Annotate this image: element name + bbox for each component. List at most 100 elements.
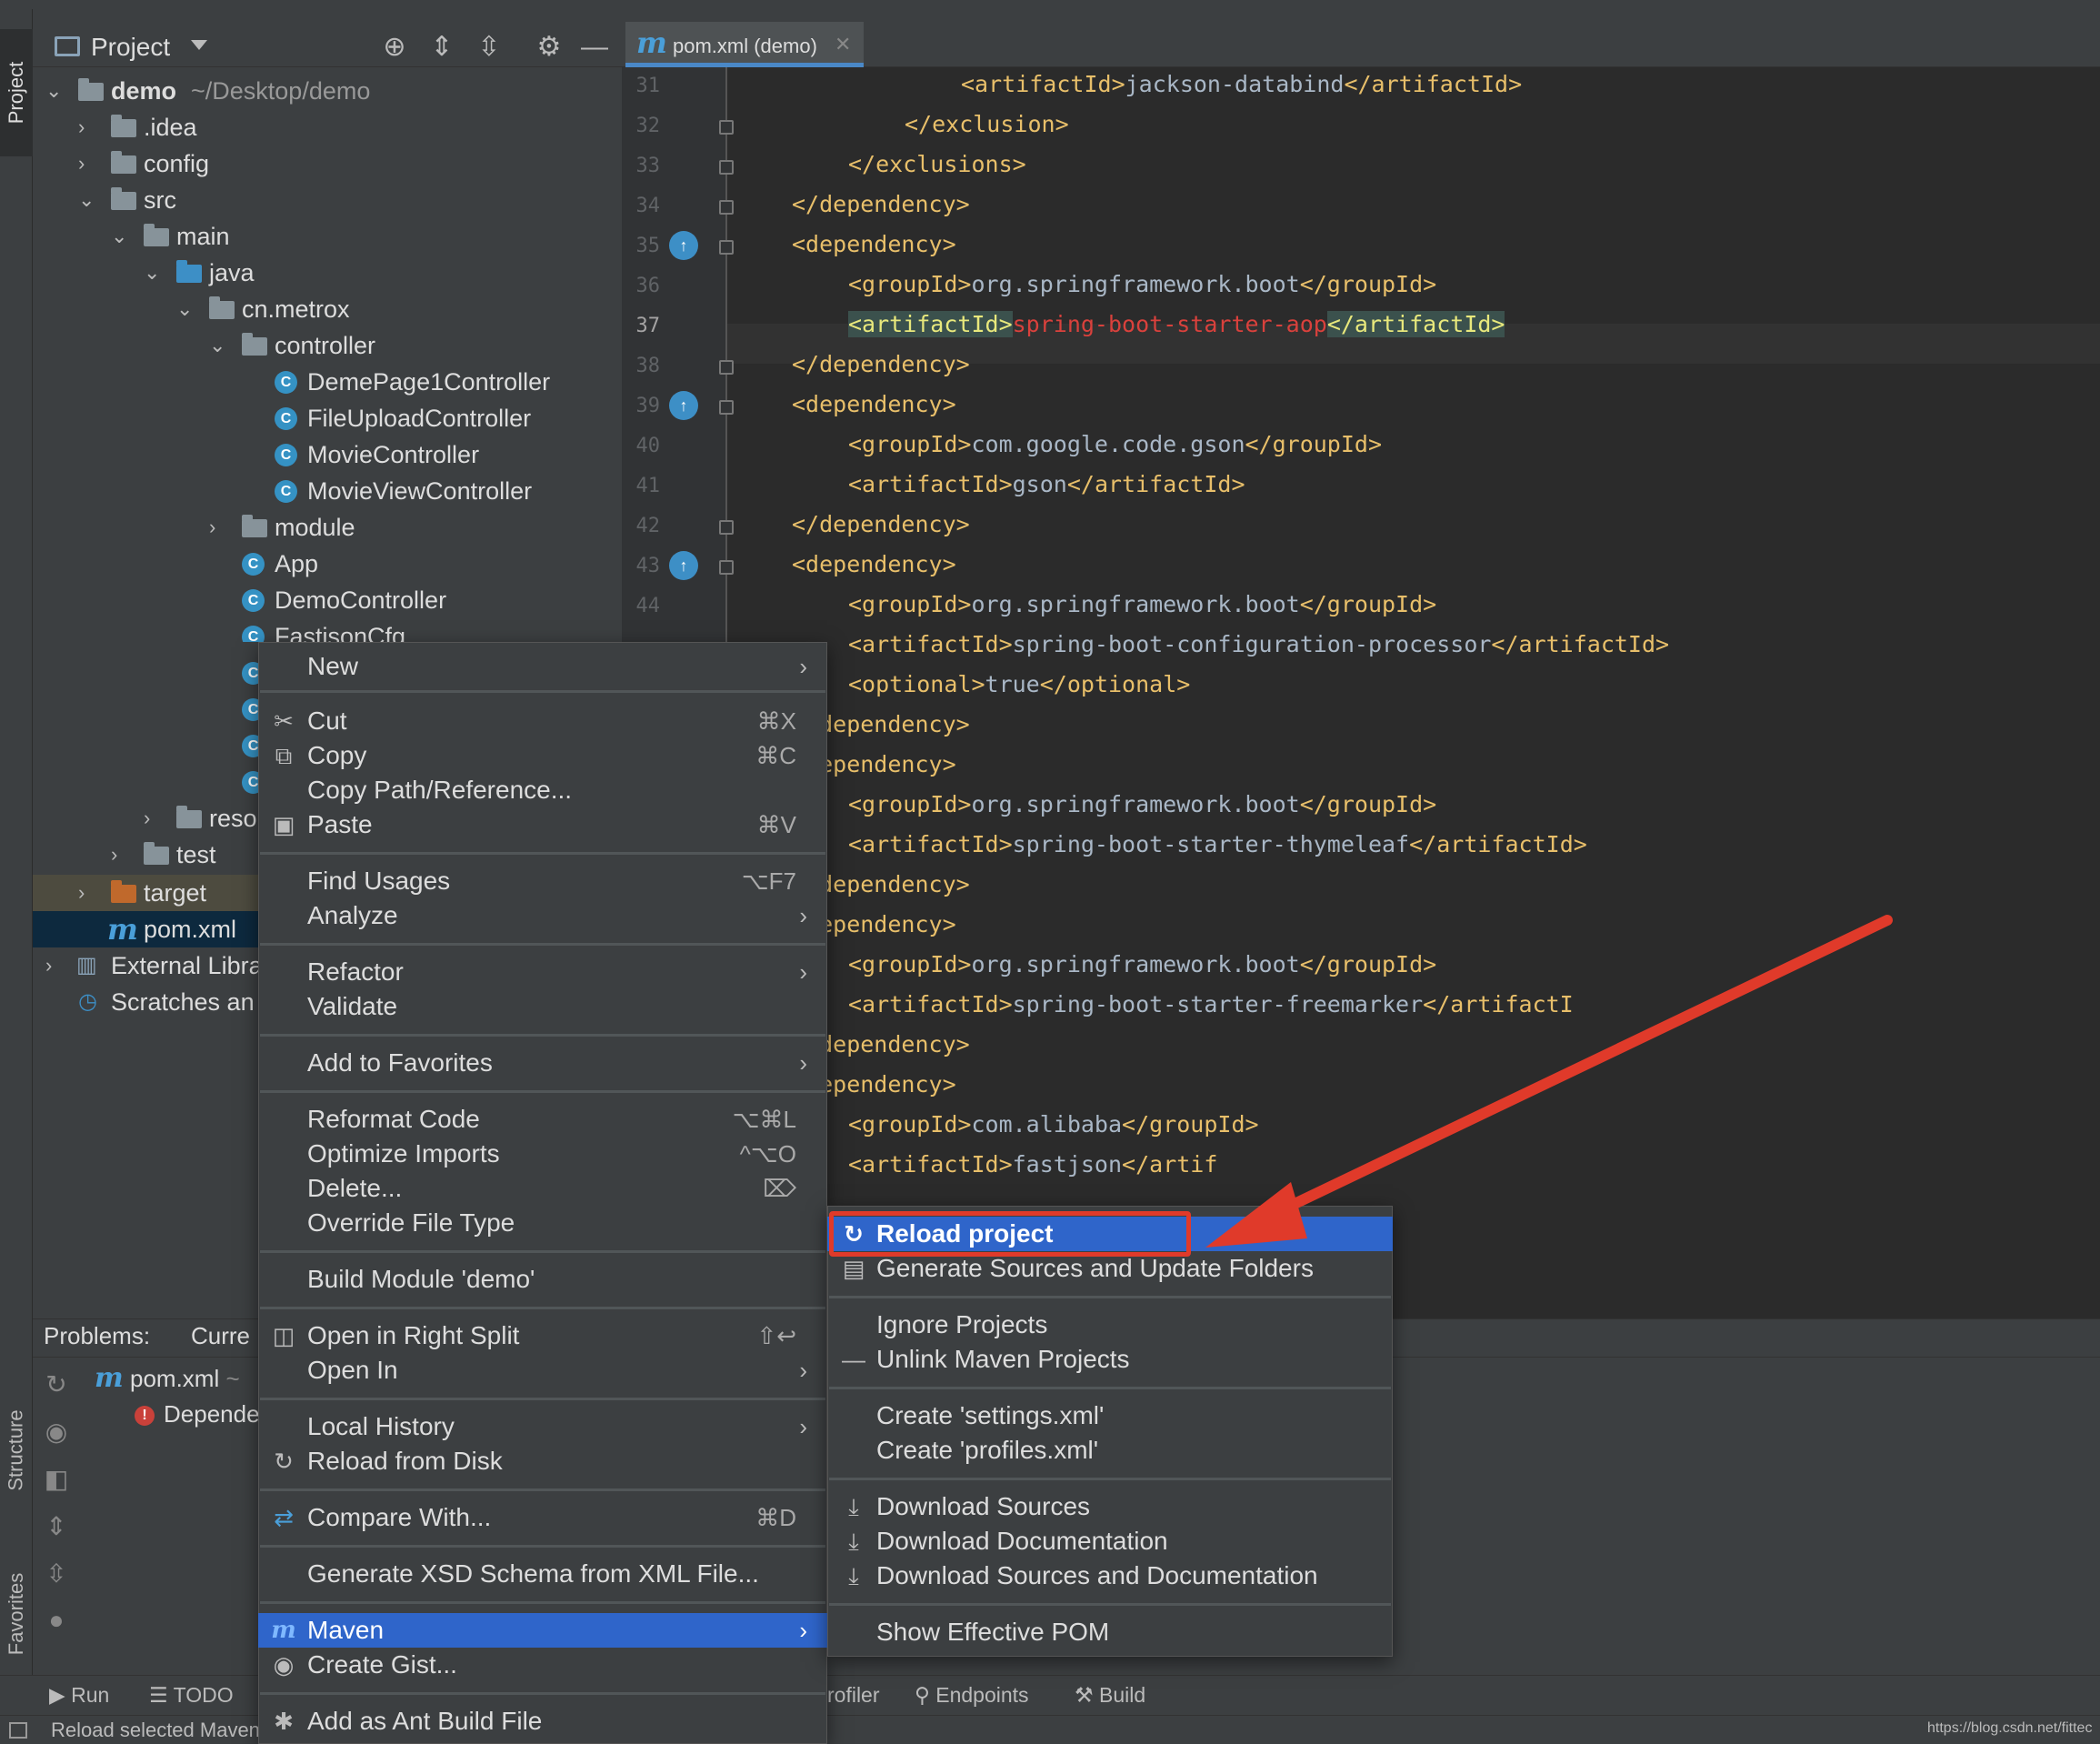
todo-tool-button[interactable]: ☰ TODO <box>149 1679 234 1711</box>
tree-item-class[interactable]: C <box>242 727 265 764</box>
tree-item-class[interactable]: C MovieViewController <box>275 473 602 509</box>
structure-tool-tab[interactable]: Structure <box>0 1373 33 1528</box>
hide-icon[interactable]: — <box>578 31 611 64</box>
tree-item-resources[interactable]: › reso <box>144 800 262 837</box>
collapse-icon[interactable]: ⇳ <box>42 1559 71 1588</box>
context-menu-item[interactable]: Open In › <box>258 1353 827 1388</box>
problem-row[interactable]: Depende <box>164 1400 260 1428</box>
maven-submenu-item[interactable]: Ignore Projects <box>827 1308 1393 1342</box>
chevron-right-icon[interactable]: › <box>111 837 129 873</box>
tree-item-class[interactable]: C <box>242 655 265 691</box>
expand-all-icon[interactable]: ⇕ <box>425 31 458 64</box>
fold-marker-icon[interactable] <box>719 160 734 175</box>
toggle-tool-windows-icon[interactable] <box>9 1722 27 1739</box>
tree-item-class[interactable]: C App <box>242 546 587 582</box>
context-menu-item[interactable]: Optimize Imports ^⌥O <box>258 1137 827 1171</box>
fold-marker-icon[interactable] <box>719 520 734 535</box>
tree-item-idea[interactable]: › .idea <box>78 109 587 145</box>
fold-marker-icon[interactable] <box>719 240 734 255</box>
tree-item-config[interactable]: › config <box>78 145 587 182</box>
problem-file-row[interactable]: m pom.xml ~ <box>95 1362 240 1394</box>
context-menu-item[interactable]: ↻ Reload from Disk <box>258 1444 827 1478</box>
maven-submenu-item[interactable]: ⤓ Download Sources and Documentation <box>827 1559 1393 1593</box>
fold-marker-icon[interactable] <box>719 560 734 575</box>
maven-dependency-gutter-icon[interactable]: ↑ <box>669 551 698 580</box>
context-menu-item[interactable]: Reformat Code ⌥⌘L <box>258 1102 827 1137</box>
eye-icon[interactable]: ◉ <box>42 1417 71 1446</box>
chevron-down-icon[interactable]: ⌄ <box>111 218 129 255</box>
context-menu-item[interactable]: ⇄ Compare With... ⌘D <box>258 1500 827 1535</box>
chevron-down-icon[interactable] <box>191 40 207 50</box>
chevron-right-icon[interactable]: › <box>78 145 96 182</box>
context-menu-item[interactable]: Analyze › <box>258 898 827 933</box>
close-icon[interactable]: ✕ <box>835 33 851 56</box>
tree-item-scratches[interactable]: ◷ Scratches an <box>78 984 258 1020</box>
endpoints-tool-button[interactable]: ⚲ Endpoints <box>915 1679 1029 1711</box>
maven-submenu-item[interactable]: ⤓ Download Sources <box>827 1489 1393 1524</box>
context-menu-item[interactable]: Override File Type <box>258 1206 827 1240</box>
project-tool-tab[interactable]: Project <box>0 29 33 156</box>
chevron-down-icon[interactable]: ⌄ <box>78 182 96 218</box>
tree-item-class[interactable]: C DemoController <box>242 582 587 618</box>
refresh-icon[interactable]: ↻ <box>42 1369 71 1398</box>
tree-item-controller[interactable]: ⌄ controller <box>209 327 573 364</box>
fold-marker-icon[interactable] <box>719 120 734 135</box>
chevron-down-icon[interactable]: ⌄ <box>176 291 195 327</box>
tree-item-class[interactable]: C FileUploadController <box>275 400 602 436</box>
run-tool-button[interactable]: ▶ Run <box>49 1679 109 1711</box>
chevron-right-icon[interactable]: › <box>144 800 162 837</box>
profiler-tool-button[interactable]: rofiler <box>827 1679 880 1711</box>
context-menu-item[interactable]: Build Module 'demo' <box>258 1262 827 1297</box>
tree-item-class[interactable]: C MovieController <box>275 436 602 473</box>
project-panel-title[interactable]: Project <box>91 33 170 62</box>
tree-item-class[interactable]: C <box>242 764 265 800</box>
fold-marker-icon[interactable] <box>719 200 734 215</box>
lightbulb-icon[interactable]: ● <box>42 1606 71 1635</box>
context-menu-item[interactable]: ◫ Open in Right Split ⇧↩ <box>258 1318 827 1353</box>
chevron-right-icon[interactable]: › <box>78 875 96 911</box>
expand-icon[interactable]: ⇕ <box>42 1511 71 1540</box>
context-menu-item[interactable]: Refactor › <box>258 955 827 989</box>
context-menu-item[interactable]: Delete... ⌦ <box>258 1171 827 1206</box>
context-menu-item[interactable]: New › <box>258 649 827 684</box>
context-menu-item[interactable]: Generate XSD Schema from XML File... <box>258 1557 827 1591</box>
tree-item-class[interactable]: C DemePage1Controller <box>275 364 602 400</box>
context-menu-item[interactable]: m Maven › <box>258 1613 827 1648</box>
chevron-right-icon[interactable]: › <box>78 109 96 145</box>
fold-marker-icon[interactable] <box>719 400 734 415</box>
maven-submenu-item[interactable]: Create 'profiles.xml' <box>827 1433 1393 1468</box>
collapse-all-icon[interactable]: ⇳ <box>473 31 505 64</box>
chevron-right-icon[interactable]: › <box>209 509 227 546</box>
context-menu-item[interactable]: Validate <box>258 989 827 1024</box>
context-menu-item[interactable]: Add to Favorites › <box>258 1046 827 1080</box>
context-menu-item[interactable]: ▣ Paste ⌘V <box>258 807 827 842</box>
build-tool-button[interactable]: ⚒ Build <box>1075 1679 1145 1711</box>
favorites-tool-tab[interactable]: Favorites <box>0 1537 33 1691</box>
gear-icon[interactable]: ⚙ <box>533 31 565 64</box>
tree-item-java[interactable]: ⌄ java <box>144 255 580 291</box>
maven-submenu-item[interactable]: ⤓ Download Documentation <box>827 1524 1393 1559</box>
context-menu-item[interactable]: ✂ Cut ⌘X <box>258 704 827 738</box>
maven-submenu-item[interactable]: — Unlink Maven Projects <box>827 1342 1393 1377</box>
tree-item-module[interactable]: › module <box>209 509 573 546</box>
tree-item-class[interactable]: C FastjsonCfg <box>242 618 587 642</box>
maven-submenu-item[interactable]: Show Effective POM <box>827 1615 1393 1649</box>
maven-dependency-gutter-icon[interactable]: ↑ <box>669 391 698 420</box>
tree-item-cn-metrox[interactable]: ⌄ cn.metrox <box>176 291 576 327</box>
context-menu-item[interactable]: Local History › <box>258 1409 827 1444</box>
chevron-down-icon[interactable]: ⌄ <box>209 327 227 364</box>
maven-submenu-item[interactable]: Create 'settings.xml' <box>827 1398 1393 1433</box>
context-menu-item[interactable]: ✱ Add as Ant Build File <box>258 1704 827 1739</box>
tree-item-demo[interactable]: ⌄ demo ~/Desktop/demo <box>45 73 591 109</box>
maven-dependency-gutter-icon[interactable]: ↑ <box>669 231 698 260</box>
preview-icon[interactable]: ◧ <box>42 1464 71 1493</box>
context-menu-item[interactable]: ⧉ Copy ⌘C <box>258 738 827 773</box>
context-menu-item[interactable]: Find Usages ⌥F7 <box>258 864 827 898</box>
tree-item-main[interactable]: ⌄ main <box>111 218 584 255</box>
context-menu-item[interactable]: ◉ Create Gist... <box>258 1648 827 1682</box>
chevron-right-icon[interactable]: › <box>45 947 64 984</box>
context-menu-item[interactable]: Copy Path/Reference... <box>258 773 827 807</box>
fold-marker-icon[interactable] <box>719 360 734 375</box>
locate-icon[interactable]: ⊕ <box>378 31 411 64</box>
tree-item-external-libraries[interactable]: › ▥ External Libra <box>45 947 263 984</box>
